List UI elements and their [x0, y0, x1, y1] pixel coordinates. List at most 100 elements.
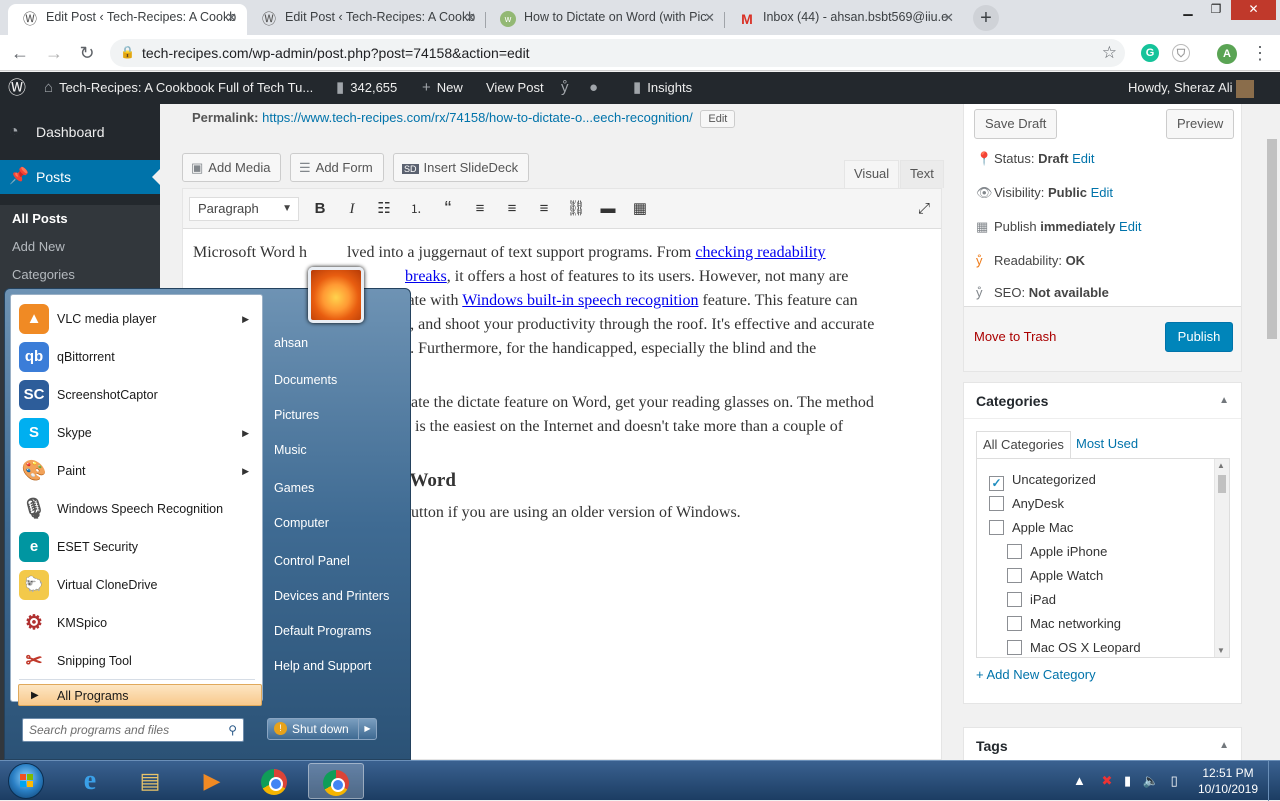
volume-muted-icon[interactable]: 🔈	[1143, 773, 1159, 788]
status-dot-icon[interactable]: ●	[589, 72, 604, 104]
start-program-item[interactable]: 🎨 Paint ▶	[15, 453, 259, 489]
start-button[interactable]	[8, 763, 44, 799]
insert-slidedeck-button[interactable]: SD Insert SlideDeck	[393, 153, 530, 182]
category-checkbox[interactable]	[1007, 592, 1022, 607]
start-program-item[interactable]: SC ScreenshotCaptor	[15, 377, 259, 413]
address-bar[interactable]: 🔒 tech-recipes.com/wp-admin/post.php?pos…	[110, 39, 1125, 67]
restore-icon[interactable]: ❐	[1203, 0, 1229, 20]
link-checking-readability[interactable]: checking readability	[695, 244, 825, 261]
all-programs-button[interactable]: ▶ All Programs	[18, 684, 262, 706]
bookmark-star-icon[interactable]: ☆	[1102, 43, 1117, 63]
category-item[interactable]: ✓ Uncategorized	[989, 469, 1096, 491]
save-draft-button[interactable]: Save Draft	[974, 109, 1058, 139]
browser-tab-3[interactable]: w How to Dictate on Word (with Pic ✕	[486, 4, 725, 35]
category-checkbox[interactable]: ✓	[989, 476, 1004, 491]
align-right-icon[interactable]: ≡	[533, 198, 555, 220]
start-program-item[interactable]: ▲ VLC media player ▶	[15, 301, 259, 337]
start-program-item[interactable]: ⚙ KMSpico	[15, 605, 259, 641]
chrome-active-icon[interactable]	[308, 763, 364, 799]
close-tab-icon[interactable]: ✕	[704, 4, 715, 31]
add-new-category-link[interactable]: + Add New Category	[976, 667, 1096, 682]
tab-most-used[interactable]: Most Used	[1070, 431, 1144, 459]
chrome-icon[interactable]	[246, 763, 302, 799]
tab-visual[interactable]: Visual	[844, 160, 900, 188]
shutdown-options-arrow-icon[interactable]: ▶	[358, 719, 376, 739]
forward-arrow-icon[interactable]: →	[42, 41, 66, 65]
start-program-item[interactable]: S Skype ▶	[15, 415, 259, 451]
category-checkbox[interactable]	[989, 496, 1004, 511]
wordpress-logo-icon[interactable]: Ⓦ	[8, 72, 26, 104]
close-tab-icon[interactable]: ✕	[943, 4, 954, 31]
category-item[interactable]: Mac OS X Leopard	[1007, 637, 1141, 657]
start-place-item[interactable]: ahsan	[274, 329, 308, 357]
close-tab-icon[interactable]: ✕	[226, 4, 237, 31]
profile-avatar[interactable]: A	[1217, 44, 1237, 64]
signal-icon[interactable]: ▮	[1124, 773, 1131, 788]
collapse-toggle-icon[interactable]: ▲	[1219, 728, 1229, 764]
start-place-item[interactable]: Default Programs	[274, 617, 371, 645]
show-desktop-button[interactable]	[1268, 761, 1280, 801]
read-more-icon[interactable]: ▬	[597, 198, 619, 220]
yoast-icon[interactable]: ẙ	[561, 72, 575, 104]
submenu-all-posts[interactable]: All Posts	[0, 205, 160, 233]
align-center-icon[interactable]: ≡	[501, 198, 523, 220]
howdy-user-link[interactable]: Howdy, Sheraz Ali	[1128, 72, 1255, 104]
schedule-edit-link[interactable]: Edit	[1119, 219, 1141, 234]
user-picture[interactable]	[308, 267, 364, 323]
permalink-edit-button[interactable]: Edit	[700, 110, 736, 128]
category-checkbox[interactable]	[989, 520, 1004, 535]
visibility-edit-link[interactable]: Edit	[1091, 185, 1113, 200]
browser-menu-icon[interactable]: ⋮	[1248, 41, 1272, 65]
tab-all-categories[interactable]: All Categories	[976, 431, 1071, 459]
menu-posts[interactable]: 📌 Posts	[0, 160, 160, 194]
submenu-arrow-icon[interactable]: ▶	[242, 453, 249, 489]
back-arrow-icon[interactable]: ←	[8, 41, 32, 65]
minimize-icon[interactable]: ▁	[1175, 0, 1201, 20]
tab-text[interactable]: Text	[900, 160, 944, 188]
numbered-list-icon[interactable]: ⒈	[405, 198, 427, 220]
category-checkbox[interactable]	[1007, 568, 1022, 583]
network-error-icon[interactable]: ✖	[1102, 773, 1113, 788]
browser-tab-1[interactable]: Ⓦ Edit Post ‹ Tech-Recipes: A Cookb ✕	[8, 4, 247, 35]
category-checkbox[interactable]	[1007, 640, 1022, 655]
category-item[interactable]: iPad	[1007, 589, 1056, 611]
site-name-link[interactable]: ⌂ Tech-Recipes: A Cookbook Full of Tech T…	[44, 72, 313, 104]
system-clock[interactable]: 12:51 PM 10/10/2019	[1196, 765, 1260, 797]
category-item[interactable]: AnyDesk	[989, 493, 1064, 515]
internet-explorer-icon[interactable]: e	[62, 763, 118, 799]
view-post-link[interactable]: View Post	[486, 72, 544, 104]
start-place-item[interactable]: Control Panel	[274, 547, 350, 575]
new-content-link[interactable]: + New	[422, 72, 463, 104]
insights-link[interactable]: ▮ Insights	[633, 72, 692, 104]
shield-extension-icon[interactable]: ⛉	[1172, 44, 1190, 62]
start-place-item[interactable]: Games	[274, 474, 314, 502]
blockquote-icon[interactable]: “	[437, 198, 459, 220]
file-explorer-icon[interactable]: ▤	[122, 763, 178, 799]
shutdown-button[interactable]: ! Shut down ▶	[267, 718, 377, 740]
status-edit-link[interactable]: Edit	[1072, 151, 1094, 166]
start-program-item[interactable]: 🎙 Windows Speech Recognition	[15, 491, 259, 527]
start-place-item[interactable]: Pictures	[274, 401, 319, 429]
start-place-item[interactable]: Help and Support	[274, 652, 371, 680]
start-place-item[interactable]: Music	[274, 436, 307, 464]
submenu-categories[interactable]: Categories	[0, 261, 160, 289]
bold-icon[interactable]: B	[309, 198, 331, 220]
publish-button[interactable]: Publish	[1165, 322, 1233, 352]
align-left-icon[interactable]: ≡	[469, 198, 491, 220]
link-icon[interactable]: ⛓	[565, 198, 587, 220]
battery-icon[interactable]: ▯	[1171, 773, 1178, 788]
link-breaks[interactable]: breaks	[405, 268, 447, 285]
menu-dashboard[interactable]: ◔ Dashboard	[0, 115, 160, 149]
close-window-icon[interactable]: ✕	[1231, 0, 1276, 20]
close-tab-icon[interactable]: ✕	[465, 4, 476, 31]
browser-tab-4[interactable]: M Inbox (44) - ahsan.bsbt569@iiu.e ✕	[725, 4, 964, 35]
fullscreen-icon[interactable]: ⤢	[913, 198, 935, 220]
browser-tab-2[interactable]: Ⓦ Edit Post ‹ Tech-Recipes: A Cookb ✕	[247, 4, 486, 35]
media-player-icon[interactable]: ▶	[184, 763, 240, 799]
move-to-trash-link[interactable]: Move to Trash	[974, 329, 1056, 344]
category-checkbox[interactable]	[1007, 616, 1022, 631]
comments-link[interactable]: ▮ 342,655	[336, 72, 397, 104]
format-select[interactable]: Paragraph ▼	[189, 197, 299, 221]
category-item[interactable]: Apple iPhone	[1007, 541, 1107, 563]
category-item[interactable]: Mac networking	[1007, 613, 1121, 635]
